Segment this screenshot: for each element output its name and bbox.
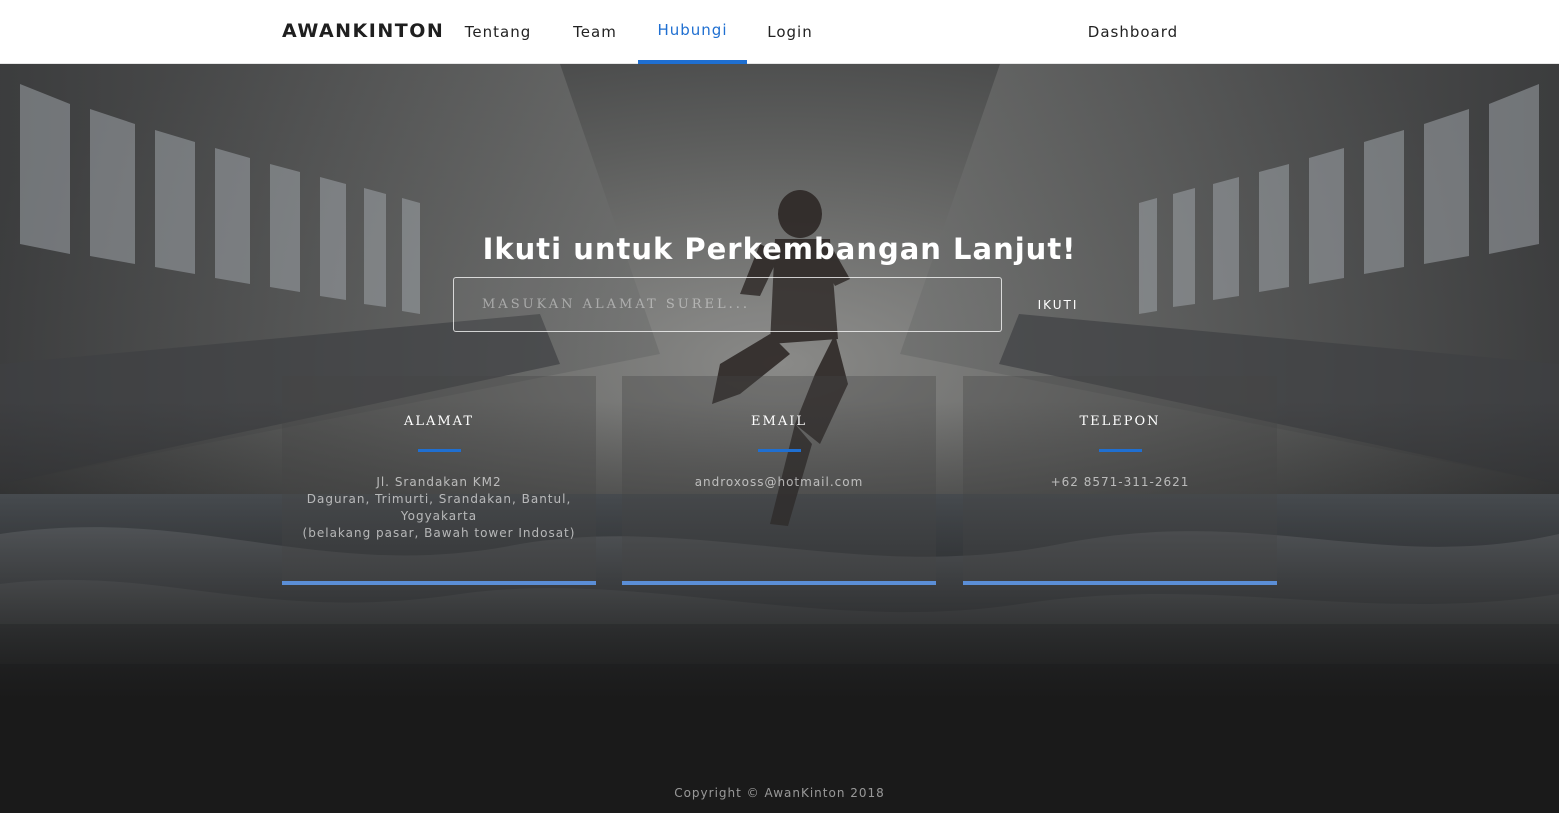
- contact-card-telepon: TELEPON +62 8571-311-2621: [963, 376, 1277, 585]
- navbar: AWANKINTON Tentang Team Hubungi Login Da…: [0, 0, 1559, 64]
- email-address[interactable]: androxoss@hotmail.com: [632, 474, 926, 491]
- email-subscribe-input[interactable]: [453, 277, 1002, 332]
- phone-text: +62 8571-311-2621: [973, 474, 1267, 491]
- subscribe-title: Ikuti untuk Perkembangan Lanjut!: [482, 232, 1077, 266]
- subscribe-button[interactable]: IKUTI: [1008, 277, 1108, 332]
- card-divider: [758, 449, 801, 452]
- email-text: androxoss@hotmail.com: [632, 474, 926, 491]
- card-divider: [1099, 449, 1142, 452]
- card-divider: [418, 449, 461, 452]
- brand-logo[interactable]: AWANKINTON: [282, 20, 444, 42]
- address-text: Jl. Srandakan KM2 Daguran, Trimurti, Sra…: [292, 474, 586, 542]
- nav-link-tentang[interactable]: Tentang: [452, 0, 544, 64]
- contact-card-alamat: ALAMAT Jl. Srandakan KM2 Daguran, Trimur…: [282, 376, 596, 585]
- nav-link-hubungi[interactable]: Hubungi: [638, 0, 747, 64]
- card-title-email: EMAIL: [751, 414, 807, 429]
- address-line: Daguran, Trimurti, Srandakan, Bantul,: [306, 492, 572, 506]
- card-title-alamat: ALAMAT: [403, 414, 475, 429]
- phone-number[interactable]: +62 8571-311-2621: [973, 474, 1267, 491]
- card-title-telepon: TELEPON: [1079, 414, 1161, 429]
- address-line: Jl. Srandakan KM2: [376, 475, 502, 489]
- nav-link-login[interactable]: Login: [755, 0, 825, 64]
- nav-link-dashboard[interactable]: Dashboard: [1078, 0, 1188, 64]
- address-line: Yogyakarta: [400, 509, 478, 523]
- contact-card-email: EMAIL androxoss@hotmail.com: [622, 376, 936, 585]
- address-line: (belakang pasar, Bawah tower Indosat): [302, 526, 576, 540]
- nav-link-team[interactable]: Team: [560, 0, 630, 64]
- footer-copyright: Copyright © AwanKinton 2018: [674, 786, 885, 800]
